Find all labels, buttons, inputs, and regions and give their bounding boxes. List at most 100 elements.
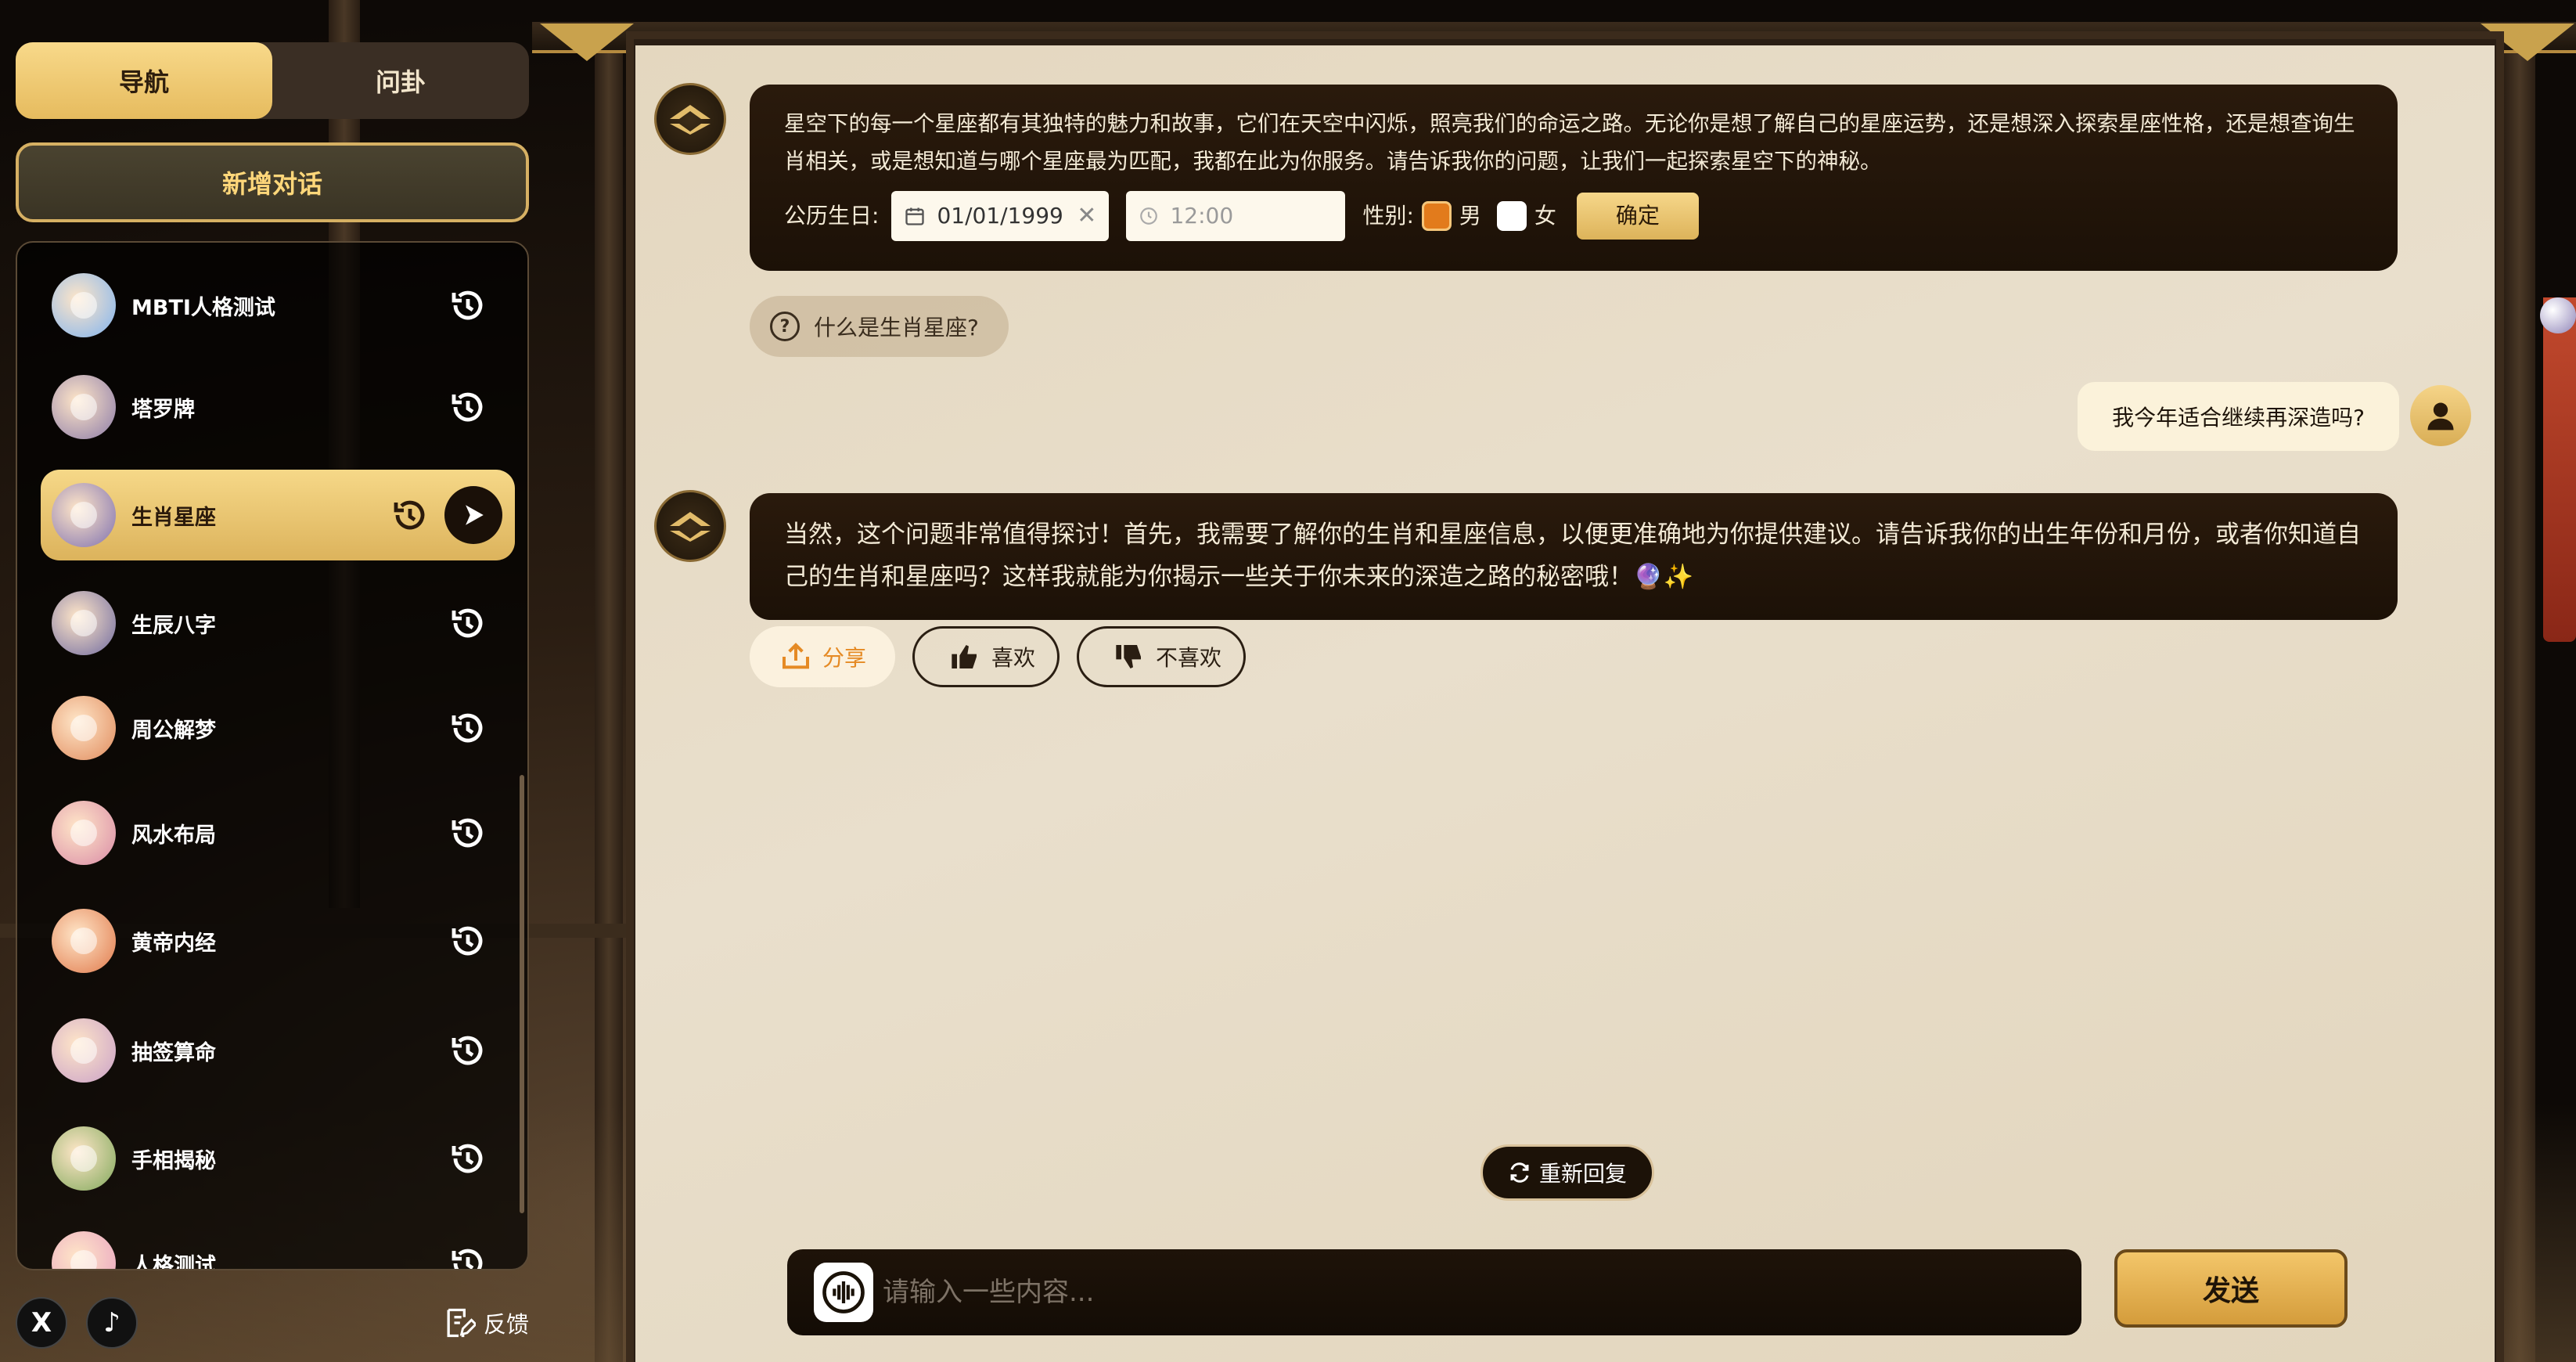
app-label: 周公解梦 bbox=[131, 718, 216, 743]
bot-message-reply: 当然，这个问题非常值得探讨！首先，我需要了解你的生肖和星座信息，以便更准确地为你… bbox=[750, 493, 2398, 620]
feedback-icon bbox=[447, 1308, 476, 1338]
sidebar-item-app[interactable]: 黄帝内经 bbox=[41, 895, 515, 986]
app-avatar bbox=[52, 1126, 116, 1191]
chat-input[interactable] bbox=[883, 1277, 1978, 1308]
clear-icon[interactable]: ✕ bbox=[1077, 197, 1096, 235]
send-button[interactable]: 发送 bbox=[2114, 1249, 2348, 1328]
history-icon[interactable] bbox=[391, 496, 429, 534]
app-avatar bbox=[52, 273, 116, 337]
scrollbar[interactable] bbox=[520, 775, 524, 1213]
left-panel: 导航 问卦 新增对话 MBTI人格测试 塔罗牌生肖星座生辰八字周公解梦风水布局黄帝… bbox=[0, 0, 540, 1362]
time-input[interactable]: 12:00 bbox=[1126, 191, 1346, 241]
sidebar-item-app[interactable]: 抽签算命 bbox=[41, 1005, 515, 1096]
refresh-icon bbox=[1510, 1162, 1529, 1183]
app-label: 黄帝内经 bbox=[131, 931, 216, 956]
app-avatar bbox=[52, 591, 116, 655]
question-icon: ? bbox=[770, 312, 800, 341]
app-label: 塔罗牌 bbox=[131, 397, 195, 422]
bot-logo-icon bbox=[670, 512, 711, 542]
history-icon[interactable] bbox=[449, 709, 487, 747]
like-label: 喜欢 bbox=[991, 645, 1036, 671]
sidebar-item-app[interactable]: 风水布局 bbox=[41, 787, 515, 878]
sidebar-item-app[interactable]: 周公解梦 bbox=[41, 683, 515, 773]
x-icon[interactable]: X bbox=[16, 1297, 67, 1349]
thumbs-up-icon bbox=[952, 645, 977, 668]
tab-navigation[interactable]: 导航 bbox=[16, 42, 272, 119]
female-checkbox[interactable] bbox=[1496, 201, 1527, 231]
history-icon[interactable] bbox=[449, 814, 487, 852]
play-icon[interactable] bbox=[444, 486, 502, 544]
time-placeholder: 12:00 bbox=[1170, 203, 1234, 229]
bg-arch-cap bbox=[540, 23, 634, 61]
calendar-icon bbox=[905, 207, 925, 225]
history-icon[interactable] bbox=[449, 286, 487, 324]
bot-avatar bbox=[654, 490, 726, 562]
tab-divination[interactable]: 问卦 bbox=[272, 42, 529, 119]
chat-input-bar bbox=[787, 1249, 2081, 1335]
share-label: 分享 bbox=[822, 645, 867, 671]
sidebar-item-app[interactable]: 塔罗牌 bbox=[41, 362, 515, 452]
app-avatar bbox=[52, 1018, 116, 1083]
sidebar-item-app[interactable]: 生肖星座 bbox=[41, 470, 515, 560]
confirm-button[interactable]: 确定 bbox=[1576, 193, 1699, 240]
birth-form: 公历生日: 01/01/1999 ✕ 12:00 性别: 男 女 确定 bbox=[784, 191, 2363, 241]
tassel-decoration bbox=[2543, 297, 2576, 642]
like-button[interactable]: 喜欢 bbox=[912, 626, 1060, 687]
regenerate-button[interactable]: 重新回复 bbox=[1480, 1144, 1654, 1201]
tassel-bead bbox=[2540, 297, 2576, 333]
app-label: 风水布局 bbox=[131, 823, 216, 848]
history-icon[interactable] bbox=[449, 922, 487, 960]
sidebar-item-app[interactable]: 手相揭秘 bbox=[41, 1113, 515, 1204]
app-avatar bbox=[52, 375, 116, 439]
bot-avatar bbox=[654, 83, 726, 155]
feedback-label: 反馈 bbox=[483, 1311, 529, 1338]
sidebar-item-app[interactable]: MBTI人格测试 bbox=[41, 260, 515, 351]
user-message: 我今年适合继续再深造吗? bbox=[2078, 382, 2399, 451]
user-icon bbox=[2427, 402, 2454, 431]
male-checkbox[interactable] bbox=[1421, 201, 1452, 231]
voice-icon[interactable] bbox=[814, 1263, 873, 1322]
history-icon[interactable] bbox=[449, 1140, 487, 1177]
history-icon[interactable] bbox=[449, 1032, 487, 1069]
history-icon[interactable] bbox=[449, 388, 487, 426]
app-label: 生辰八字 bbox=[131, 613, 216, 638]
app-label: MBTI人格测试 bbox=[131, 295, 275, 320]
male-label: 男 bbox=[1459, 203, 1481, 229]
suggestion-chip[interactable]: ? 什么是生肖星座? bbox=[750, 296, 1009, 357]
new-chat-button[interactable]: 新增对话 bbox=[16, 142, 529, 222]
dislike-button[interactable]: 不喜欢 bbox=[1077, 626, 1247, 687]
left-footer: X ♪ 反馈 bbox=[16, 1295, 529, 1351]
bot-message-intro: 星空下的每一个星座都有其独特的魅力和故事，它们在天空中闪烁，照亮我们的命运之路。… bbox=[750, 85, 2398, 271]
user-avatar bbox=[2410, 385, 2471, 446]
history-icon[interactable] bbox=[449, 1245, 487, 1269]
app-avatar bbox=[52, 1231, 116, 1269]
date-value: 01/01/1999 bbox=[937, 203, 1063, 229]
gender-label: 性别: bbox=[1362, 203, 1414, 229]
app-avatar bbox=[52, 483, 116, 547]
birthday-label: 公历生日: bbox=[784, 203, 880, 229]
regenerate-label: 重新回复 bbox=[1538, 1161, 1627, 1187]
sidebar-item-app[interactable]: 人格测试 bbox=[41, 1218, 515, 1270]
nav-tab-bar: 导航 问卦 bbox=[16, 42, 529, 119]
app-label: 手相揭秘 bbox=[131, 1148, 216, 1173]
sidebar-item-app[interactable]: 生辰八字 bbox=[41, 578, 515, 668]
app-list: MBTI人格测试 塔罗牌生肖星座生辰八字周公解梦风水布局黄帝内经抽签算命手相揭秘人… bbox=[16, 241, 529, 1270]
feedback-button[interactable]: 反馈 bbox=[441, 1306, 529, 1340]
dislike-label: 不喜欢 bbox=[1156, 645, 1222, 671]
history-icon[interactable] bbox=[449, 604, 487, 642]
clock-icon bbox=[1140, 207, 1158, 225]
app-label: 生肖星座 bbox=[131, 505, 216, 530]
share-icon bbox=[783, 643, 809, 669]
app-avatar bbox=[52, 909, 116, 973]
intro-text: 星空下的每一个星座都有其独特的魅力和故事，它们在天空中闪烁，照亮我们的命运之路。… bbox=[784, 111, 2355, 174]
waveform-icon bbox=[822, 1271, 865, 1313]
share-button[interactable]: 分享 bbox=[750, 626, 896, 687]
thumbs-down-icon bbox=[1116, 645, 1142, 668]
app-label: 人格测试 bbox=[131, 1253, 216, 1270]
message-actions: 分享 喜欢 不喜欢 bbox=[750, 626, 1263, 687]
tiktok-icon[interactable]: ♪ bbox=[86, 1297, 138, 1349]
app-avatar bbox=[52, 696, 116, 760]
date-input[interactable]: 01/01/1999 ✕ bbox=[891, 191, 1110, 241]
female-label: 女 bbox=[1534, 203, 1556, 229]
suggestion-text: 什么是生肖星座? bbox=[814, 315, 979, 340]
